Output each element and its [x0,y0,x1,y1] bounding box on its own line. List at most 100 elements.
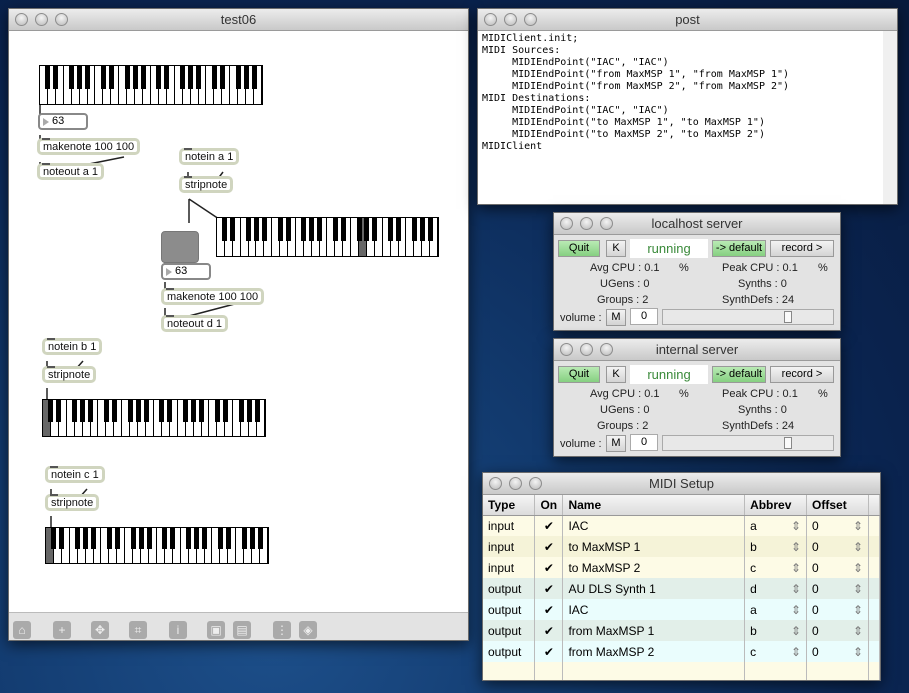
notein-object[interactable]: notein a 1 [179,148,240,165]
black-key[interactable] [396,218,402,241]
abbrev-select[interactable]: d ⇕ [744,578,808,599]
black-key[interactable] [75,528,81,549]
black-key[interactable] [140,66,146,89]
offset-select[interactable]: 0 ⇕ [806,620,869,641]
info-icon[interactable]: i [169,621,187,639]
black-key[interactable] [257,528,263,549]
title-bar[interactable]: MIDI Setup [483,473,880,495]
grid-icon[interactable]: ⋮ [273,621,291,639]
title-bar[interactable]: post [478,9,897,31]
patch-canvas[interactable]: 63 makenote 100 100 noteout a 1 notein a… [9,31,468,614]
black-key[interactable] [214,400,220,422]
matrix-control[interactable] [161,231,199,263]
abbrev-select[interactable]: a ⇕ [744,599,808,620]
black-key[interactable] [246,218,252,241]
black-key[interactable] [199,400,205,422]
black-key[interactable] [219,66,225,89]
column-header[interactable]: Type [483,495,536,516]
kill-button[interactable]: K [606,240,626,257]
black-key[interactable] [254,400,260,422]
black-key[interactable] [411,218,417,241]
black-key[interactable] [103,400,109,422]
on-checkbox[interactable]: ✔ [534,641,564,662]
black-key[interactable] [80,400,86,422]
black-key[interactable] [217,528,223,549]
black-key[interactable] [164,66,170,89]
record-button[interactable]: record > [770,366,834,383]
black-key[interactable] [222,218,228,241]
keyboard-slider[interactable] [39,65,263,105]
black-key[interactable] [317,218,323,241]
black-key[interactable] [238,400,244,422]
title-bar[interactable]: test06 [9,9,468,31]
black-key[interactable] [143,400,149,422]
black-key[interactable] [243,66,249,89]
black-key[interactable] [372,218,378,241]
black-key[interactable] [246,400,252,422]
black-key[interactable] [111,400,117,422]
on-checkbox[interactable]: ✔ [534,620,564,641]
stripnote-object[interactable]: stripnote [179,176,234,193]
table-row[interactable]: output ✔ AU DLS Synth 1 d ⇕ 0 ⇕ [483,578,880,599]
post-text[interactable]: MIDIClient.init; MIDI Sources: MIDIEndPoi… [478,31,897,204]
black-key[interactable] [309,218,315,241]
table-row[interactable]: output ✔ from MaxMSP 1 b ⇕ 0 ⇕ [483,620,880,641]
black-key[interactable] [132,66,138,89]
table-row[interactable]: output ✔ IAC a ⇕ 0 ⇕ [483,599,880,620]
column-header[interactable]: Offset [806,495,869,516]
black-key[interactable] [127,400,133,422]
window-controls[interactable] [560,217,613,230]
black-key[interactable] [356,218,362,241]
record-button[interactable]: record > [770,240,834,257]
black-key[interactable] [194,528,200,549]
black-key[interactable] [261,218,267,241]
black-key[interactable] [130,528,136,549]
mute-button[interactable]: M [606,435,626,452]
notein-object[interactable]: notein b 1 [42,338,103,355]
on-checkbox[interactable]: ✔ [534,557,564,578]
offset-select[interactable]: 0 ⇕ [806,641,869,662]
keyboard-slider[interactable] [216,217,439,257]
table-row[interactable]: input ✔ to MaxMSP 1 b ⇕ 0 ⇕ [483,536,880,557]
volume-field[interactable]: 0 [630,308,658,325]
abbrev-select[interactable]: c ⇕ [744,557,808,578]
number-box[interactable]: 63 [161,263,211,280]
black-key[interactable] [91,528,97,549]
black-key[interactable] [253,218,259,241]
mute-button[interactable]: M [606,309,626,326]
black-key[interactable] [340,218,346,241]
black-key[interactable] [388,218,394,241]
black-key[interactable] [167,400,173,422]
on-checkbox[interactable]: ✔ [534,599,564,620]
slider-thumb[interactable] [784,437,792,449]
black-key[interactable] [170,528,176,549]
black-key[interactable] [51,528,57,549]
title-bar[interactable]: internal server [554,339,840,361]
table-row[interactable]: input ✔ to MaxMSP 2 c ⇕ 0 ⇕ [483,557,880,578]
black-key[interactable] [135,400,141,422]
black-key[interactable] [59,528,65,549]
table-row[interactable]: input ✔ IAC a ⇕ 0 ⇕ [483,515,880,536]
offset-select[interactable]: 0 ⇕ [806,557,869,578]
black-key[interactable] [251,66,257,89]
black-key[interactable] [202,528,208,549]
black-key[interactable] [53,66,59,89]
lock-icon[interactable]: ⌂ [13,621,31,639]
makenote-object[interactable]: makenote 100 100 [37,138,141,155]
black-key[interactable] [183,400,189,422]
black-key[interactable] [419,218,425,241]
add-icon[interactable]: + [53,621,71,639]
keyboard-slider[interactable] [45,527,269,564]
number-box[interactable]: 63 [38,113,88,130]
on-checkbox[interactable]: ✔ [534,515,564,536]
black-key[interactable] [211,66,217,89]
black-key[interactable] [56,400,62,422]
black-key[interactable] [156,66,162,89]
black-key[interactable] [45,66,51,89]
black-key[interactable] [72,400,78,422]
default-button[interactable]: -> default [712,240,766,257]
black-key[interactable] [48,400,54,422]
default-button[interactable]: -> default [712,366,766,383]
quit-button[interactable]: Quit [558,366,600,383]
abbrev-select[interactable]: b ⇕ [744,620,808,641]
